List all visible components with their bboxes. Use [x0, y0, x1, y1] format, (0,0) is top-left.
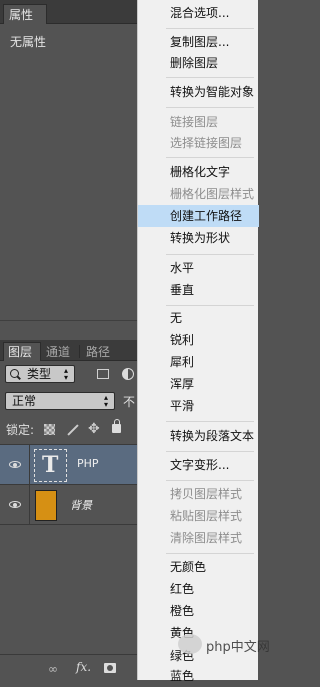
menu-item-aa-sharp[interactable]: 锐利: [138, 329, 259, 351]
lock-position-icon[interactable]: ✥: [88, 421, 100, 437]
menu-item-aa-crisp[interactable]: 犀利: [138, 351, 259, 373]
visibility-eye-pupil: [13, 463, 17, 467]
layer-name[interactable]: PHP: [77, 457, 99, 470]
watermark-text: php中文网: [206, 640, 270, 655]
divider: [29, 445, 30, 485]
menu-separator: [166, 157, 254, 158]
menu-item-warp-text[interactable]: 文字变形...: [138, 454, 259, 476]
properties-panel: 属性 无属性: [0, 0, 137, 340]
menu-separator: [166, 451, 254, 452]
menu-item-color-orange[interactable]: 橙色: [138, 600, 259, 622]
text-layer-t-icon: T: [42, 452, 59, 478]
layers-footer: ∞ fx.: [0, 654, 137, 680]
menu-item-aa-none[interactable]: 无: [138, 307, 259, 329]
menu-item-color-blue[interactable]: 蓝色: [138, 665, 259, 687]
menu-item-link-layers: 链接图层: [170, 115, 219, 129]
menu-separator: [166, 553, 254, 554]
menu-separator: [166, 305, 254, 306]
layer-name[interactable]: 背景: [70, 497, 92, 513]
tab-paths[interactable]: 路径: [86, 343, 110, 361]
menu-item-copy-layer-style: 拷贝图层样式: [170, 487, 243, 501]
menu-item-rasterize-type[interactable]: 栅格化文字: [138, 161, 259, 183]
filter-kind-label: 类型: [27, 367, 52, 381]
watermark-logo-icon: [178, 634, 202, 654]
layers-panel: 图层 通道 路径 类型 ▴ ▾ 正常 ▴ ▾ 不 锁定: ✥ T PHP 背景 …: [0, 340, 137, 680]
divider: [0, 320, 137, 321]
menu-separator: [166, 480, 254, 481]
menu-item-select-linked-layers: 选择链接图层: [170, 136, 243, 150]
menu-separator: [166, 107, 254, 108]
link-icon[interactable]: ∞: [48, 662, 58, 676]
updown-arrows-icon: ▴ ▾: [64, 366, 69, 382]
fx-icon[interactable]: fx.: [76, 660, 91, 674]
menu-item-convert-to-shape[interactable]: 转换为形状: [138, 227, 259, 249]
divider: [29, 485, 30, 525]
blend-mode-select[interactable]: 正常 ▴ ▾: [5, 392, 115, 410]
menu-item-create-work-path[interactable]: 创建工作路径: [138, 205, 259, 227]
updown-arrows-icon: ▴ ▾: [104, 393, 109, 409]
lock-paint-icon[interactable]: [67, 424, 79, 436]
menu-item-convert-paragraph-text[interactable]: 转换为段落文本: [138, 425, 259, 447]
menu-item-color-red[interactable]: 红色: [138, 578, 259, 600]
menu-separator: [166, 28, 254, 29]
menu-item-delete-layer[interactable]: 删除图层: [138, 52, 259, 74]
watermark: php中文网: [178, 632, 270, 660]
menu-separator: [166, 77, 254, 78]
menu-separator: [166, 254, 254, 255]
tab-properties[interactable]: 属性: [3, 4, 47, 24]
mask-icon-hole: [107, 665, 113, 671]
blend-mode-value: 正常: [12, 394, 37, 408]
search-handle: [17, 375, 21, 380]
lock-all-icon[interactable]: [112, 424, 121, 433]
image-filter-icon[interactable]: [97, 369, 109, 379]
menu-item-aa-strong[interactable]: 浑厚: [138, 373, 259, 395]
layer-row-php[interactable]: T PHP: [0, 445, 137, 485]
background-layer-thumbnail: [35, 490, 57, 521]
menu-item-aa-smooth[interactable]: 平滑: [138, 395, 259, 417]
menu-item-rasterize-layer-style: 栅格化图层样式: [170, 187, 255, 201]
lock-all-shackle: [113, 419, 120, 425]
layer-row-background[interactable]: 背景: [0, 485, 137, 525]
tab-layers[interactable]: 图层: [3, 342, 41, 361]
filter-kind-select[interactable]: 类型 ▴ ▾: [5, 365, 75, 383]
menu-item-paste-layer-style: 粘贴图层样式: [170, 509, 243, 523]
lock-transparent-icon[interactable]: [44, 424, 55, 435]
opacity-label: 不: [123, 395, 136, 409]
context-menu: 混合选项... 复制图层... 删除图层 转换为智能对象 链接图层 选择链接图层…: [137, 0, 259, 683]
adjustment-filter-icon[interactable]: [122, 368, 134, 380]
menu-item-horizontal[interactable]: 水平: [138, 257, 259, 279]
menu-item-clear-layer-style: 清除图层样式: [170, 531, 243, 545]
text-layer-thumbnail: T: [33, 448, 68, 483]
visibility-eye-pupil: [13, 503, 17, 507]
layers-list: T PHP 背景: [0, 444, 137, 525]
tab-channels[interactable]: 通道: [46, 343, 70, 361]
menu-item-color-none[interactable]: 无颜色: [138, 556, 259, 578]
tab-separator: [79, 345, 80, 358]
properties-content: 无属性: [10, 35, 47, 49]
menu-item-blending-options[interactable]: 混合选项...: [138, 2, 259, 24]
menu-item-duplicate-layer[interactable]: 复制图层...: [138, 31, 259, 53]
lock-label: 锁定:: [6, 423, 35, 437]
menu-separator: [166, 421, 254, 422]
menu-item-convert-smart-object[interactable]: 转换为智能对象: [138, 81, 259, 103]
menu-item-vertical[interactable]: 垂直: [138, 279, 259, 301]
